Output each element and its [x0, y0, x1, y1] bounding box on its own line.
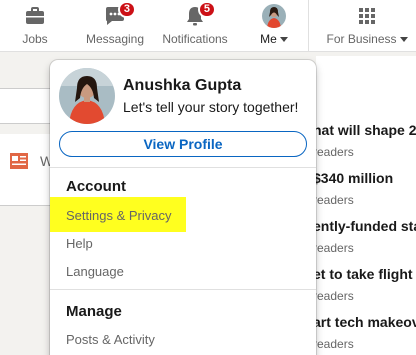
news-title[interactable]: art tech makeov	[313, 314, 416, 330]
caret-down-icon	[399, 37, 408, 42]
article-icon	[10, 153, 28, 169]
nav-me-label: Me	[260, 32, 277, 46]
briefcase-icon	[23, 4, 47, 28]
news-readers: readers	[313, 289, 354, 303]
menu-item-posts-activity[interactable]: Posts & Activity	[66, 332, 155, 347]
nav-jobs-label: Jobs	[22, 32, 48, 46]
nav-jobs[interactable]: Jobs	[16, 4, 54, 52]
nav-for-business-label: For Business	[326, 32, 397, 46]
nav-divider	[308, 0, 309, 52]
news-readers: readers	[313, 145, 354, 159]
profile-avatar[interactable]	[59, 68, 115, 124]
feed-partial-item: W	[10, 153, 53, 169]
news-readers: readers	[313, 193, 354, 207]
news-title[interactable]: $340 million	[313, 170, 393, 186]
manage-section-title: Manage	[66, 303, 122, 320]
nav-notifications-label: Notifications	[162, 32, 228, 46]
view-profile-button[interactable]: View Profile	[59, 131, 307, 157]
divider	[50, 289, 316, 290]
nav-messaging[interactable]: 3 Messaging	[84, 1, 146, 52]
nav-me[interactable]: Me	[254, 4, 294, 52]
caret-down-icon	[279, 37, 288, 42]
me-dropdown-menu: Anushka Gupta Let's tell your story toge…	[50, 60, 316, 355]
messaging-icon: 3	[103, 1, 136, 28]
avatar	[262, 4, 286, 28]
profile-name: Anushka Gupta	[123, 77, 242, 94]
divider	[50, 167, 316, 168]
grid-icon	[355, 4, 379, 28]
menu-item-settings-privacy[interactable]: Settings & Privacy	[66, 208, 172, 223]
news-title[interactable]: et to take flight	[313, 266, 413, 282]
profile-headline: Let's tell your story together!	[123, 99, 299, 115]
menu-item-language[interactable]: Language	[66, 264, 124, 279]
news-readers: readers	[313, 337, 354, 351]
nav-notifications[interactable]: 5 Notifications	[160, 1, 230, 52]
menu-item-help[interactable]: Help	[66, 236, 93, 251]
bell-icon: 5	[183, 1, 216, 28]
top-nav: Jobs 3 Messaging 5 Notifications Me For …	[0, 0, 416, 52]
nav-messaging-label: Messaging	[85, 32, 145, 46]
notifications-badge: 5	[197, 1, 216, 18]
account-section-title: Account	[66, 178, 126, 195]
nav-for-business[interactable]: For Business	[326, 4, 408, 52]
news-readers: readers	[313, 241, 354, 255]
news-title[interactable]: ently-funded sta	[313, 218, 416, 234]
messaging-badge: 3	[117, 1, 136, 18]
news-title[interactable]: hat will shape 20	[313, 122, 416, 138]
